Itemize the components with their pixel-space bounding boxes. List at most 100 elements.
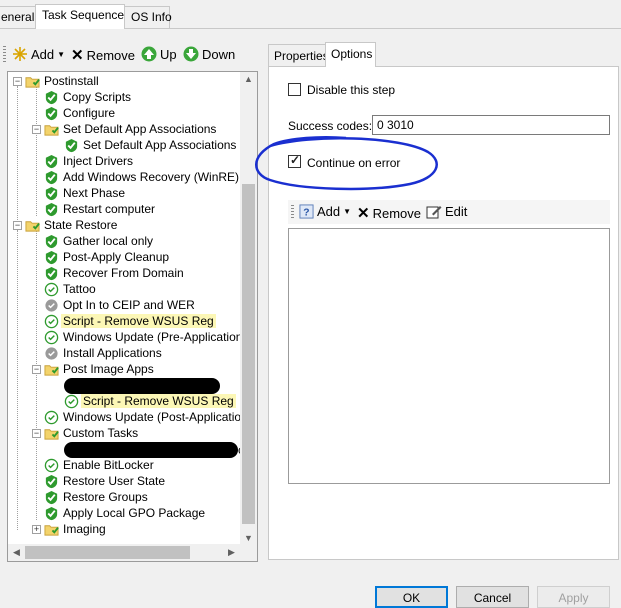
- tree-item[interactable]: Add Windows Recovery (WinRE): [44, 169, 241, 185]
- scroll-corner: [240, 544, 257, 561]
- folder-icon: [44, 362, 59, 377]
- remove-label: Remove: [86, 47, 135, 63]
- success-shield-icon: [44, 266, 59, 281]
- tab-general[interactable]: eneral: [0, 6, 36, 28]
- tree-item-highlighted[interactable]: Script - Remove WSUS Reg: [44, 313, 216, 329]
- tree-item-highlighted[interactable]: Script - Remove WSUS Reg: [64, 393, 236, 409]
- tree-item[interactable]: Apply Local GPO Package: [44, 505, 207, 521]
- tree-group-imaging[interactable]: Imaging: [44, 521, 108, 537]
- check-circle-icon: [44, 282, 59, 297]
- expand-toggle[interactable]: +: [32, 525, 41, 534]
- tab-options[interactable]: Options: [325, 42, 376, 67]
- tree-item[interactable]: Restart computer: [44, 201, 157, 217]
- disabled-check-icon: [44, 346, 59, 361]
- vertical-scroll-thumb[interactable]: [242, 184, 255, 524]
- disable-step-checkbox[interactable]: [288, 83, 301, 96]
- tree-item[interactable]: Restore Groups: [44, 489, 150, 505]
- add-button[interactable]: Add ▼: [12, 46, 65, 62]
- tree-item[interactable]: Inject Drivers: [44, 153, 135, 169]
- horizontal-scroll-thumb[interactable]: [25, 546, 190, 559]
- condition-edit-button[interactable]: Edit: [426, 204, 467, 219]
- down-arrow-icon: [183, 46, 199, 62]
- success-shield-icon: [44, 186, 59, 201]
- tab-task-sequence[interactable]: Task Sequence: [35, 4, 125, 29]
- condition-remove-button[interactable]: ✕ Remove: [357, 204, 421, 222]
- success-codes-input[interactable]: 0 3010: [372, 115, 610, 135]
- tree-item[interactable]: Opt In to CEIP and WER: [44, 297, 197, 313]
- collapse-toggle[interactable]: −: [32, 125, 41, 134]
- scroll-left-icon[interactable]: ◀: [8, 547, 25, 558]
- dropdown-arrow-icon: ▼: [343, 207, 352, 216]
- collapse-toggle[interactable]: −: [13, 77, 22, 86]
- tree-item[interactable]: Enable BitLocker: [44, 457, 156, 473]
- tree-group-state-restore[interactable]: State Restore: [25, 217, 119, 233]
- success-shield-icon: [44, 154, 59, 169]
- tree-line: [36, 230, 37, 520]
- tree-item[interactable]: Recover From Domain: [44, 265, 186, 281]
- folder-icon: [44, 522, 59, 537]
- tree-item[interactable]: Restore User State: [44, 473, 167, 489]
- question-icon: ?: [299, 204, 314, 219]
- down-button[interactable]: Down: [183, 46, 235, 62]
- tab-properties[interactable]: Properties: [268, 44, 329, 66]
- tree-item[interactable]: Windows Update (Post-Application Ins: [44, 409, 257, 425]
- collapse-toggle[interactable]: −: [32, 365, 41, 374]
- tree-line: [17, 230, 18, 530]
- check-circle-icon: [44, 330, 59, 345]
- x-icon: ✕: [357, 205, 370, 222]
- apply-button[interactable]: Apply: [537, 586, 610, 608]
- tree-line: [36, 86, 37, 216]
- tree-item[interactable]: Install Applications: [44, 345, 164, 361]
- tree-item[interactable]: Gather local only: [44, 233, 155, 249]
- disabled-check-icon: [44, 298, 59, 313]
- up-arrow-icon: [141, 46, 157, 62]
- toolbar-grip: [291, 205, 294, 219]
- folder-icon: [25, 218, 40, 233]
- scroll-down-icon[interactable]: ▼: [240, 533, 257, 543]
- success-shield-icon: [44, 250, 59, 265]
- tree-group-post-image-apps[interactable]: Post Image Apps: [44, 361, 156, 377]
- add-label: Add: [31, 46, 55, 62]
- redacted-item: [64, 442, 238, 458]
- success-shield-icon: [44, 490, 59, 505]
- conditions-list[interactable]: [288, 228, 610, 484]
- success-shield-icon: [44, 106, 59, 121]
- edit-icon: [426, 206, 442, 219]
- tree-item[interactable]: Windows Update (Pre-Application Inst: [44, 329, 257, 345]
- tree-item[interactable]: Copy Scripts: [44, 89, 133, 105]
- task-sequence-tree[interactable]: − Postinstall Copy Scripts Configure − S…: [7, 71, 258, 562]
- success-shield-icon: [64, 138, 79, 153]
- check-circle-icon: [64, 394, 79, 409]
- cancel-button[interactable]: Cancel: [456, 586, 529, 608]
- horizontal-scrollbar[interactable]: ◀ ▶: [8, 544, 257, 561]
- ok-button[interactable]: OK: [375, 586, 448, 608]
- success-shield-icon: [44, 90, 59, 105]
- x-icon: ✕: [71, 47, 84, 64]
- tree-group-custom-tasks[interactable]: Custom Tasks: [44, 425, 140, 441]
- tree-item[interactable]: Post-Apply Cleanup: [44, 249, 171, 265]
- success-shield-icon: [44, 170, 59, 185]
- tree-group-set-default-app[interactable]: Set Default App Associations: [44, 121, 218, 137]
- tree-group-postinstall[interactable]: Postinstall: [25, 73, 101, 89]
- condition-add-button[interactable]: ? Add ▼: [299, 204, 351, 219]
- tree-item[interactable]: Set Default App Associations: [64, 137, 238, 153]
- tree-item[interactable]: Next Phase: [44, 185, 127, 201]
- tree-item[interactable]: Tattoo: [44, 281, 98, 297]
- folder-icon: [44, 426, 59, 441]
- tree-item[interactable]: Configure: [44, 105, 117, 121]
- remove-button[interactable]: ✕ Remove: [71, 46, 135, 64]
- collapse-toggle[interactable]: −: [13, 221, 22, 230]
- redacted-item: [64, 378, 220, 394]
- collapse-toggle[interactable]: −: [32, 429, 41, 438]
- tab-os-info[interactable]: OS Info: [124, 6, 172, 28]
- condition-remove-label: Remove: [372, 205, 421, 221]
- disable-step-label: Disable this step: [307, 83, 396, 97]
- up-label: Up: [160, 46, 177, 62]
- svg-text:?: ?: [303, 208, 309, 219]
- scroll-up-icon[interactable]: ▲: [240, 74, 257, 84]
- check-circle-icon: [44, 314, 59, 329]
- up-button[interactable]: Up: [141, 46, 177, 62]
- tree-line: [17, 86, 18, 228]
- condition-add-label: Add: [317, 204, 341, 219]
- scroll-right-icon[interactable]: ▶: [223, 547, 240, 558]
